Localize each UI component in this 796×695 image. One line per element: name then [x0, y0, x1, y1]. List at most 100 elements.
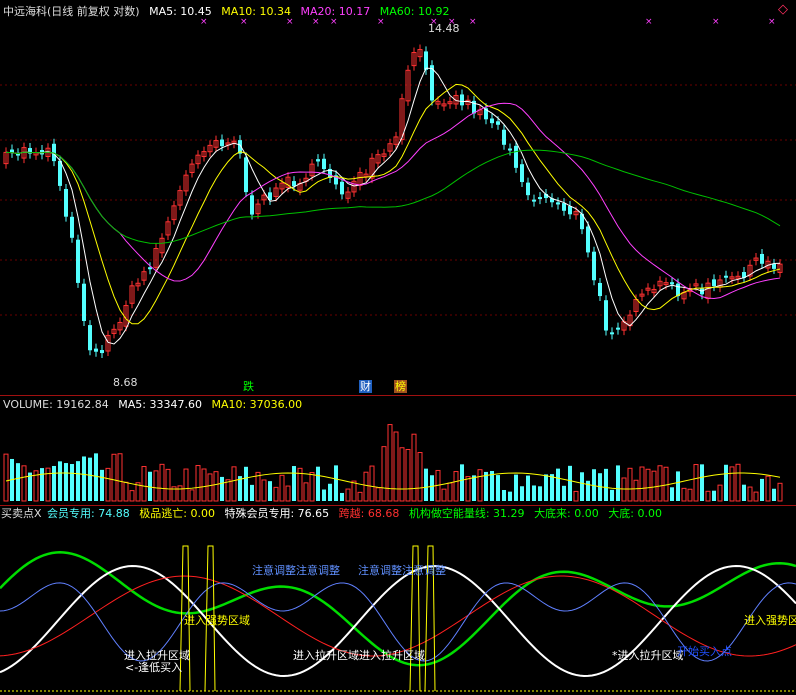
volume-bar [117, 453, 123, 502]
volume-bar [568, 465, 572, 501]
event-badge-fall[interactable]: 跌 [242, 380, 255, 393]
ma5-value: MA5: 10.45 [149, 5, 212, 18]
candle-body [568, 206, 572, 215]
indicator-name: 买卖点X [1, 507, 42, 520]
stock-title: 中远海科(日线 前复权 对数) [3, 5, 140, 18]
volume-bar [520, 486, 524, 501]
event-badge-list[interactable]: 榜 [394, 380, 407, 393]
volume-bar [508, 491, 512, 501]
volume-bar [580, 472, 584, 501]
volume-bar [381, 446, 387, 502]
volume-bar [777, 482, 783, 502]
volume-bar [657, 465, 663, 502]
volume-bar [153, 470, 159, 502]
volume-bar [369, 465, 375, 502]
candle-body [562, 203, 566, 211]
volume-bar [94, 453, 98, 501]
volume-pane[interactable]: VOLUME: 19162.84 MA5: 33347.60 MA10: 370… [0, 396, 796, 505]
volume-bar [627, 467, 633, 502]
volume-bar [453, 471, 459, 502]
volume-bar [556, 468, 560, 501]
volume-bar [213, 471, 219, 502]
candle-body [76, 239, 80, 283]
volume-bar [345, 488, 351, 502]
volume-bar [100, 469, 104, 501]
candlestick-chart[interactable]: × × × × × × × × × × × × [0, 0, 796, 395]
volume-bar [3, 453, 9, 502]
diamond-icon[interactable]: ◇ [778, 3, 788, 16]
volume-bar [729, 466, 735, 502]
candle-body [598, 282, 602, 297]
volume-bar [651, 470, 657, 502]
cross-line [0, 575, 796, 657]
volume-bar [261, 479, 267, 502]
indicator-chart[interactable] [0, 506, 796, 695]
volume-bar [472, 475, 476, 501]
candle-body [772, 263, 776, 269]
ma5-line [5, 67, 781, 345]
indicator-pane[interactable]: 买卖点X 会员专用: 74.88 极品逃亡: 0.00 特殊会员专用: 76.6… [0, 506, 796, 695]
volume-bar [279, 474, 285, 502]
volume-bar [201, 468, 207, 502]
note-pull-zone-2: 进入拉升区域进入拉升区域 [293, 649, 425, 662]
volume-bar [16, 463, 20, 501]
volume-bar [411, 433, 417, 502]
volume-bar [772, 488, 776, 501]
volume-bar [88, 457, 92, 501]
volume-bar [538, 486, 542, 501]
price-chart-pane[interactable]: × × × × × × × × × × × × 中远海科(日线 前复权 对数) MA5: 10.45 … [0, 0, 796, 395]
volume-bar [621, 477, 627, 502]
vol-ma10-value: MA10: 37036.00 [211, 398, 303, 411]
volume-chart[interactable] [0, 396, 796, 505]
signal-marker: × [377, 17, 385, 27]
volume-bar [735, 463, 741, 502]
volume-bar [207, 473, 213, 502]
volume-bar [742, 484, 746, 501]
volume-bar [70, 464, 74, 501]
volume-bar [340, 492, 344, 501]
candle-body [490, 118, 494, 124]
candle-body [88, 325, 92, 351]
escape-value: 极品逃亡: 0.00 [139, 507, 215, 520]
volume-bar [490, 470, 494, 501]
volume-bar [550, 474, 554, 501]
signal-marker: × [286, 17, 294, 27]
volume-bar [610, 489, 614, 501]
ma60-value: MA60: 10.92 [379, 5, 450, 18]
volume-bar [747, 486, 753, 502]
candle-body [514, 145, 518, 168]
candle-body [82, 283, 86, 322]
candle-body [424, 51, 428, 70]
volume-bar [309, 472, 315, 502]
signal-marker: × [330, 17, 338, 27]
volume-bar [165, 468, 171, 502]
candle-body [292, 181, 296, 187]
candle-body [586, 226, 590, 253]
volume-bar [465, 476, 471, 502]
volume-bar [562, 485, 566, 501]
ma60-line [5, 149, 781, 244]
candle-body [592, 251, 596, 281]
event-badge-finance[interactable]: 财 [359, 380, 372, 393]
volume-bar [351, 480, 357, 502]
volume-bar [141, 466, 147, 502]
volume-bar [663, 466, 669, 502]
candle-body [616, 327, 620, 330]
low-price-label: 8.68 [113, 376, 138, 389]
volume-bar [82, 456, 86, 501]
volume-bar [573, 490, 579, 502]
volume-bar [639, 466, 645, 502]
volume-bar [292, 466, 296, 501]
note-buy-point: 开始买入点 [677, 645, 732, 658]
cross-value: 跨越: 68.68 [338, 507, 400, 520]
volume-bar [183, 468, 189, 502]
volume-bar [687, 488, 693, 502]
candle-body [502, 129, 506, 145]
volume-bar [633, 479, 639, 502]
volume-bar [484, 471, 488, 501]
volume-bar [405, 448, 411, 502]
volume-bar [129, 490, 135, 502]
ma20-line [5, 102, 781, 299]
candle-body [610, 332, 614, 335]
note-strong-zone-right: 进入强势区 [744, 614, 796, 627]
